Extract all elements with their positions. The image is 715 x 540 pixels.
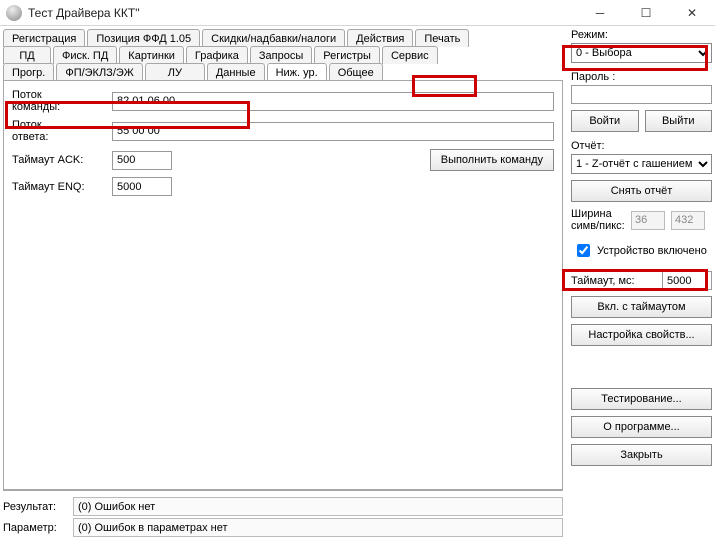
tab-queries[interactable]: Запросы [250, 46, 312, 64]
maximize-button[interactable]: ☐ [623, 0, 669, 26]
side-panel: Режим: 0 - Выбора Пароль : Войти Выйти О… [567, 29, 712, 537]
mode-label: Режим: [571, 29, 712, 41]
ans-stream-input[interactable] [112, 122, 554, 141]
minimize-button[interactable]: ─ [577, 0, 623, 26]
close-app-button[interactable]: Закрыть [571, 444, 712, 466]
tab-service[interactable]: Сервис [382, 46, 438, 64]
result-value: (0) Ошибок нет [73, 497, 563, 516]
tab-row-2: ПД Фиск. ПД Картинки Графика Запросы Рег… [3, 46, 563, 64]
tab-page-low-level: Поток команды: Поток ответа: Таймаут ACK… [3, 80, 563, 490]
tab-lu[interactable]: ЛУ [145, 63, 205, 81]
cmd-stream-input[interactable] [112, 92, 554, 111]
report-select[interactable]: 1 - Z-отчёт с гашением [571, 154, 712, 174]
timeout-ack-input[interactable] [112, 151, 172, 170]
timeout-ms-label: Таймаут, мс: [571, 275, 656, 287]
tab-registration[interactable]: Регистрация [3, 29, 85, 47]
login-button[interactable]: Войти [571, 110, 639, 132]
close-button[interactable]: ✕ [669, 0, 715, 26]
mode-select[interactable]: 0 - Выбора [571, 43, 712, 63]
timeout-enq-input[interactable] [112, 177, 172, 196]
logout-button[interactable]: Выйти [645, 110, 713, 132]
tab-fp-eklz[interactable]: ФП/ЭКЛЗ/ЭЖ [56, 63, 143, 81]
param-value: (0) Ошибок в параметрах нет [73, 518, 563, 537]
execute-command-button[interactable]: Выполнить команду [430, 149, 554, 171]
status-area: Результат: (0) Ошибок нет Параметр: (0) … [3, 490, 563, 537]
result-label: Результат: [3, 501, 73, 513]
width-chars-input [631, 211, 665, 230]
timeout-ack-label: Таймаут ACK: [12, 154, 112, 166]
device-on-checkbox[interactable] [577, 244, 590, 257]
width-label: Ширина симв/пикс: [571, 208, 625, 232]
tab-pictures[interactable]: Картинки [119, 46, 184, 64]
password-input[interactable] [571, 85, 712, 104]
tab-print[interactable]: Печать [415, 29, 469, 47]
titlebar: Тест Драйвера ККТ" ─ ☐ ✕ [0, 0, 715, 26]
take-report-button[interactable]: Снять отчёт [571, 180, 712, 202]
timeout-ms-input[interactable] [662, 271, 712, 290]
tab-discounts[interactable]: Скидки/надбавки/налоги [202, 29, 345, 47]
tab-position-ffd[interactable]: Позиция ФФД 1.05 [87, 29, 200, 47]
password-label: Пароль : [571, 71, 712, 83]
main-panel: Регистрация Позиция ФФД 1.05 Скидки/надб… [3, 29, 567, 537]
tab-general[interactable]: Общее [329, 63, 383, 81]
tab-progr[interactable]: Прогр. [3, 63, 54, 81]
app-icon [6, 5, 22, 21]
about-button[interactable]: О программе... [571, 416, 712, 438]
report-label: Отчёт: [571, 140, 712, 152]
timeout-enq-label: Таймаут ENQ: [12, 181, 112, 193]
tab-actions[interactable]: Действия [347, 29, 413, 47]
ans-stream-label: Поток ответа: [12, 119, 112, 143]
tab-pd[interactable]: ПД [3, 46, 51, 64]
tab-fisk-pd[interactable]: Фиск. ПД [53, 46, 117, 64]
cmd-stream-label: Поток команды: [12, 89, 112, 113]
properties-button[interactable]: Настройка свойств... [571, 324, 712, 346]
tab-registers[interactable]: Регистры [314, 46, 380, 64]
testing-button[interactable]: Тестирование... [571, 388, 712, 410]
tab-graphics[interactable]: Графика [186, 46, 248, 64]
tab-data[interactable]: Данные [207, 63, 265, 81]
width-px-input [671, 211, 705, 230]
window-title: Тест Драйвера ККТ" [28, 6, 577, 20]
device-on-label: Устройство включено [597, 245, 707, 257]
param-label: Параметр: [3, 522, 73, 534]
tab-row-1: Регистрация Позиция ФФД 1.05 Скидки/надб… [3, 29, 563, 47]
tab-low-level[interactable]: Ниж. ур. [267, 63, 327, 81]
tab-row-3: Прогр. ФП/ЭКЛЗ/ЭЖ ЛУ Данные Ниж. ур. Общ… [3, 63, 563, 81]
enable-with-timeout-button[interactable]: Вкл. с таймаутом [571, 296, 712, 318]
